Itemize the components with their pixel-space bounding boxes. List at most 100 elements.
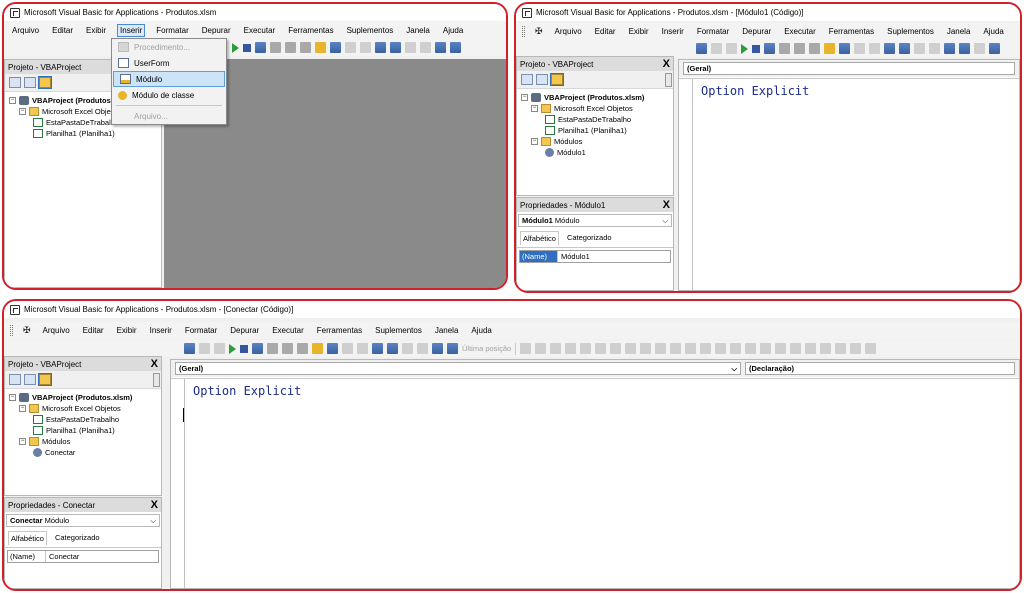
menu-editar[interactable]: Editar (50, 25, 75, 36)
indent-icon[interactable] (372, 343, 383, 354)
edit-toolbar-icon[interactable] (520, 343, 532, 354)
menu-janela[interactable]: Janela (945, 26, 973, 37)
view-code-icon[interactable] (521, 74, 533, 85)
edit-toolbar-icon[interactable] (730, 343, 742, 354)
menu-editar[interactable]: Editar (81, 325, 106, 336)
code-text[interactable]: Option Explicit (193, 384, 301, 398)
menu-ferramentas[interactable]: Ferramentas (315, 325, 364, 336)
menu-janela[interactable]: Janela (404, 25, 432, 36)
edit-toolbar-icon[interactable] (610, 343, 622, 354)
property-row[interactable]: (Name) Conectar (8, 551, 158, 562)
edit-toolbar-icon[interactable] (805, 343, 817, 354)
object-browser-icon[interactable] (809, 43, 820, 54)
edit-toolbar-icon[interactable] (790, 343, 802, 354)
next-bookmark-icon[interactable] (959, 43, 970, 54)
tab-alfabetico[interactable]: Alfabético (8, 531, 47, 545)
save-icon[interactable] (184, 343, 195, 354)
vba-menu-icon[interactable]: ✠ (23, 325, 31, 336)
toggle-folders-icon[interactable] (550, 73, 564, 86)
insert-procedure-item[interactable]: Procedimento... (112, 39, 226, 55)
toggle-folders-icon[interactable] (38, 373, 52, 386)
collapse-icon[interactable]: − (521, 94, 528, 101)
object-browser-icon[interactable] (297, 343, 308, 354)
run-icon[interactable] (232, 42, 239, 53)
menu-suplementos[interactable]: Suplementos (345, 25, 396, 36)
toggle-breakpoint-icon[interactable] (402, 343, 413, 354)
pane-scroll-icon[interactable] (153, 373, 160, 387)
menu-ferramentas[interactable]: Ferramentas (827, 26, 876, 37)
tree-folder-excel-objects[interactable]: − Microsoft Excel Objetos (9, 403, 157, 414)
menu-ajuda[interactable]: Ajuda (469, 325, 493, 336)
toolbox-icon[interactable] (315, 42, 326, 53)
tab-alfabetico[interactable]: Alfabético (520, 231, 559, 245)
menu-exibir[interactable]: Exibir (115, 325, 139, 336)
code-editor[interactable]: Option Explicit (679, 78, 1019, 290)
menu-formatar[interactable]: Formatar (695, 26, 731, 37)
pane-scroll-icon[interactable] (665, 73, 672, 87)
toolbar-grip[interactable] (522, 26, 525, 37)
insert-module-item[interactable]: Módulo (113, 71, 225, 87)
collapse-icon[interactable]: − (9, 97, 16, 104)
close-icon[interactable]: X (151, 358, 158, 370)
reset-icon[interactable] (752, 44, 760, 53)
menu-executar[interactable]: Executar (782, 26, 818, 37)
close-icon[interactable]: X (663, 58, 670, 70)
close-icon[interactable]: X (663, 199, 670, 211)
edit-toolbar-icon[interactable] (535, 343, 547, 354)
view-code-icon[interactable] (9, 374, 21, 385)
edit-toolbar-icon[interactable] (625, 343, 637, 354)
edit-toolbar-icon[interactable] (865, 343, 877, 354)
project-explorer-icon[interactable] (267, 343, 278, 354)
object-select[interactable]: Módulo1 Módulo ⌵ (518, 214, 672, 227)
menu-arquivo[interactable]: Arquivo (41, 325, 72, 336)
clear-bookmarks-icon[interactable] (989, 43, 1000, 54)
object-browser-icon[interactable] (300, 42, 311, 53)
collapse-icon[interactable]: − (531, 138, 538, 145)
property-row[interactable]: (Name) Módulo1 (520, 251, 670, 262)
immediate-icon[interactable] (327, 343, 338, 354)
object-combo[interactable]: (Geral) ⌵ (175, 362, 741, 375)
menu-arquivo[interactable]: Arquivo (553, 26, 584, 37)
insert-class-module-item[interactable]: Módulo de classe (112, 87, 226, 103)
edit-toolbar-icon[interactable] (775, 343, 787, 354)
outdent-icon[interactable] (899, 43, 910, 54)
design-mode-icon[interactable] (255, 42, 266, 53)
menu-ajuda[interactable]: Ajuda (981, 26, 1005, 37)
edit-toolbar-icon[interactable] (670, 343, 682, 354)
tree-item-sheet1[interactable]: Planilha1 (Planilha1) (521, 125, 669, 136)
tab-categorizado[interactable]: Categorizado (53, 531, 102, 545)
tree-item-workbook[interactable]: EstaPastaDeTrabalho (521, 114, 669, 125)
toolbar-grip[interactable] (10, 325, 13, 336)
menu-suplementos[interactable]: Suplementos (885, 26, 936, 37)
comment-block-icon[interactable] (420, 42, 431, 53)
properties-icon[interactable] (282, 343, 293, 354)
save-icon[interactable] (696, 43, 707, 54)
tree-item-workbook[interactable]: EstaPastaDeTrabalho (9, 414, 157, 425)
tree-root[interactable]: − VBAProject (Produtos.xlsm) (9, 392, 157, 403)
menu-inserir[interactable]: Inserir (148, 325, 174, 336)
reset-icon[interactable] (243, 43, 251, 52)
menu-ferramentas[interactable]: Ferramentas (286, 25, 335, 36)
design-mode-icon[interactable] (252, 343, 263, 354)
property-value[interactable]: Módulo1 (558, 252, 590, 261)
properties-icon[interactable] (285, 42, 296, 53)
list-constants-icon[interactable] (360, 42, 371, 53)
toolbox-icon[interactable] (824, 43, 835, 54)
redo-icon[interactable] (214, 343, 225, 354)
menu-formatar[interactable]: Formatar (154, 25, 190, 36)
properties-icon[interactable] (794, 43, 805, 54)
edit-toolbar-icon[interactable] (850, 343, 862, 354)
insert-userform-item[interactable]: UserForm (112, 55, 226, 71)
property-value[interactable]: Conectar (46, 552, 79, 561)
menu-exibir[interactable]: Exibir (627, 26, 651, 37)
undo-icon[interactable] (199, 343, 210, 354)
tree-folder-modules[interactable]: − Módulos (9, 436, 157, 447)
edit-toolbar-icon[interactable] (550, 343, 562, 354)
toggle-folders-icon[interactable] (38, 76, 52, 89)
edit-toolbar-icon[interactable] (685, 343, 697, 354)
view-object-icon[interactable] (24, 374, 36, 385)
bookmark-icon[interactable] (432, 343, 443, 354)
menu-depurar[interactable]: Depurar (740, 26, 773, 37)
toolbox-icon[interactable] (312, 343, 323, 354)
menu-executar[interactable]: Executar (270, 325, 306, 336)
